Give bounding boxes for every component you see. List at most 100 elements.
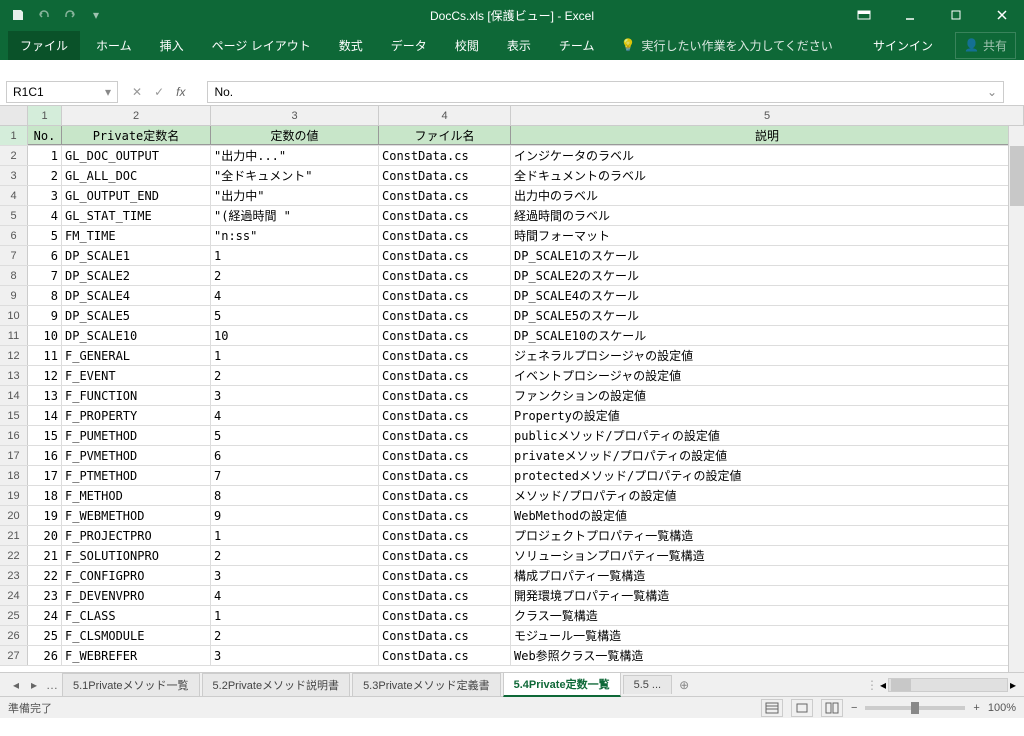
row-header[interactable]: 15: [0, 406, 28, 425]
add-sheet-button[interactable]: ⊕: [674, 678, 694, 692]
cell-value[interactable]: 7: [211, 466, 379, 485]
cell-value[interactable]: "出力中...": [211, 146, 379, 165]
cell-file[interactable]: ConstData.cs: [379, 466, 511, 485]
undo-icon[interactable]: [36, 7, 52, 23]
cell-desc[interactable]: DP_SCALE1のスケール: [511, 246, 1024, 265]
cell-value[interactable]: 8: [211, 486, 379, 505]
cell-value[interactable]: 9: [211, 506, 379, 525]
table-row[interactable]: 26 25 F_CLSMODULE 2 ConstData.cs モジュール一覧…: [0, 626, 1024, 646]
spreadsheet-grid[interactable]: 1 No. Private定数名 定数の値 ファイル名 説明 2 1 GL_DO…: [0, 126, 1024, 672]
hscroll-sep[interactable]: ⋮: [866, 678, 878, 692]
cell-value[interactable]: 1: [211, 606, 379, 625]
cell-no[interactable]: 4: [28, 206, 62, 225]
table-row[interactable]: 15 14 F_PROPERTY 4 ConstData.cs Property…: [0, 406, 1024, 426]
cell-value[interactable]: 4: [211, 286, 379, 305]
view-pagebreak-icon[interactable]: [821, 699, 843, 717]
cell-desc[interactable]: Propertyの設定値: [511, 406, 1024, 425]
cell-file[interactable]: ConstData.cs: [379, 366, 511, 385]
cell-no[interactable]: 9: [28, 306, 62, 325]
cell-desc[interactable]: 全ドキュメントのラベル: [511, 166, 1024, 185]
table-row[interactable]: 4 3 GL_OUTPUT_END "出力中" ConstData.cs 出力中…: [0, 186, 1024, 206]
cell-value[interactable]: 3: [211, 386, 379, 405]
col-header[interactable]: 2: [62, 106, 211, 125]
col-header[interactable]: 5: [511, 106, 1024, 125]
table-row[interactable]: 5 4 GL_STAT_TIME "(経過時間 " ConstData.cs 経…: [0, 206, 1024, 226]
row-header[interactable]: 24: [0, 586, 28, 605]
cell-value[interactable]: 5: [211, 426, 379, 445]
cell-name[interactable]: F_PROJECTPRO: [62, 526, 211, 545]
cell-desc[interactable]: publicメソッド/プロパティの設定値: [511, 426, 1024, 445]
cell-file[interactable]: ConstData.cs: [379, 626, 511, 645]
row-header[interactable]: 9: [0, 286, 28, 305]
table-row[interactable]: 17 16 F_PVMETHOD 6 ConstData.cs privateメ…: [0, 446, 1024, 466]
cell-file[interactable]: ConstData.cs: [379, 406, 511, 425]
tab-view[interactable]: 表示: [495, 31, 543, 60]
row-header[interactable]: 6: [0, 226, 28, 245]
cell-file[interactable]: ConstData.cs: [379, 526, 511, 545]
cell-no[interactable]: 23: [28, 586, 62, 605]
cell-no[interactable]: 5: [28, 226, 62, 245]
cell-no[interactable]: 18: [28, 486, 62, 505]
cell-desc[interactable]: ソリューションプロパティ一覧構造: [511, 546, 1024, 565]
cell-desc[interactable]: ファンクションの設定値: [511, 386, 1024, 405]
cell-file[interactable]: ConstData.cs: [379, 306, 511, 325]
table-row[interactable]: 13 12 F_EVENT 2 ConstData.cs イベントプロシージャの…: [0, 366, 1024, 386]
cell-file[interactable]: ConstData.cs: [379, 566, 511, 585]
cell-desc[interactable]: モジュール一覧構造: [511, 626, 1024, 645]
cell-file[interactable]: ConstData.cs: [379, 506, 511, 525]
header-desc[interactable]: 説明: [511, 126, 1024, 145]
cell-desc[interactable]: メソッド/プロパティの設定値: [511, 486, 1024, 505]
cell-value[interactable]: 3: [211, 566, 379, 585]
cell-desc[interactable]: DP_SCALE4のスケール: [511, 286, 1024, 305]
cell-no[interactable]: 17: [28, 466, 62, 485]
cell-value[interactable]: 1: [211, 526, 379, 545]
redo-icon[interactable]: [62, 7, 78, 23]
expand-icon[interactable]: ⌄: [987, 85, 997, 99]
cell-value[interactable]: 2: [211, 266, 379, 285]
row-header[interactable]: 21: [0, 526, 28, 545]
cell-no[interactable]: 24: [28, 606, 62, 625]
row-header[interactable]: 22: [0, 546, 28, 565]
cell-file[interactable]: ConstData.cs: [379, 386, 511, 405]
table-row[interactable]: 10 9 DP_SCALE5 5 ConstData.cs DP_SCALE5の…: [0, 306, 1024, 326]
cell-no[interactable]: 1: [28, 146, 62, 165]
zoom-thumb[interactable]: [911, 702, 919, 714]
cell-name[interactable]: F_WEBREFER: [62, 646, 211, 665]
cell-name[interactable]: GL_ALL_DOC: [62, 166, 211, 185]
table-row[interactable]: 23 22 F_CONFIGPRO 3 ConstData.cs 構成プロパティ…: [0, 566, 1024, 586]
cell-name[interactable]: DP_SCALE5: [62, 306, 211, 325]
cell-name[interactable]: F_CONFIGPRO: [62, 566, 211, 585]
cell-name[interactable]: FM_TIME: [62, 226, 211, 245]
col-header[interactable]: 1: [28, 106, 62, 125]
header-value[interactable]: 定数の値: [211, 126, 379, 145]
tab-home[interactable]: ホーム: [84, 31, 144, 60]
cell-file[interactable]: ConstData.cs: [379, 426, 511, 445]
cell-no[interactable]: 25: [28, 626, 62, 645]
cell-name[interactable]: F_SOLUTIONPRO: [62, 546, 211, 565]
row-header[interactable]: 4: [0, 186, 28, 205]
row-header[interactable]: 16: [0, 426, 28, 445]
table-row[interactable]: 7 6 DP_SCALE1 1 ConstData.cs DP_SCALE1のス…: [0, 246, 1024, 266]
cell-desc[interactable]: 経過時間のラベル: [511, 206, 1024, 225]
cell-no[interactable]: 7: [28, 266, 62, 285]
table-row[interactable]: 18 17 F_PTMETHOD 7 ConstData.cs protecte…: [0, 466, 1024, 486]
cell-desc[interactable]: プロジェクトプロパティ一覧構造: [511, 526, 1024, 545]
view-normal-icon[interactable]: [761, 699, 783, 717]
cell-name[interactable]: F_EVENT: [62, 366, 211, 385]
table-row[interactable]: 9 8 DP_SCALE4 4 ConstData.cs DP_SCALE4のス…: [0, 286, 1024, 306]
cell-no[interactable]: 11: [28, 346, 62, 365]
cell-desc[interactable]: DP_SCALE10のスケール: [511, 326, 1024, 345]
table-row[interactable]: 24 23 F_DEVENVPRO 4 ConstData.cs 開発環境プロパ…: [0, 586, 1024, 606]
table-row[interactable]: 6 5 FM_TIME "n:ss" ConstData.cs 時間フォーマット: [0, 226, 1024, 246]
cell-value[interactable]: 6: [211, 446, 379, 465]
zoom-out-button[interactable]: −: [851, 702, 857, 714]
signin-link[interactable]: サインイン: [863, 37, 943, 54]
cell-name[interactable]: F_CLASS: [62, 606, 211, 625]
row-header[interactable]: 23: [0, 566, 28, 585]
table-row[interactable]: 22 21 F_SOLUTIONPRO 2 ConstData.cs ソリューシ…: [0, 546, 1024, 566]
row-header[interactable]: 1: [0, 126, 28, 145]
view-layout-icon[interactable]: [791, 699, 813, 717]
cell-value[interactable]: 2: [211, 366, 379, 385]
cell-file[interactable]: ConstData.cs: [379, 146, 511, 165]
cell-file[interactable]: ConstData.cs: [379, 206, 511, 225]
